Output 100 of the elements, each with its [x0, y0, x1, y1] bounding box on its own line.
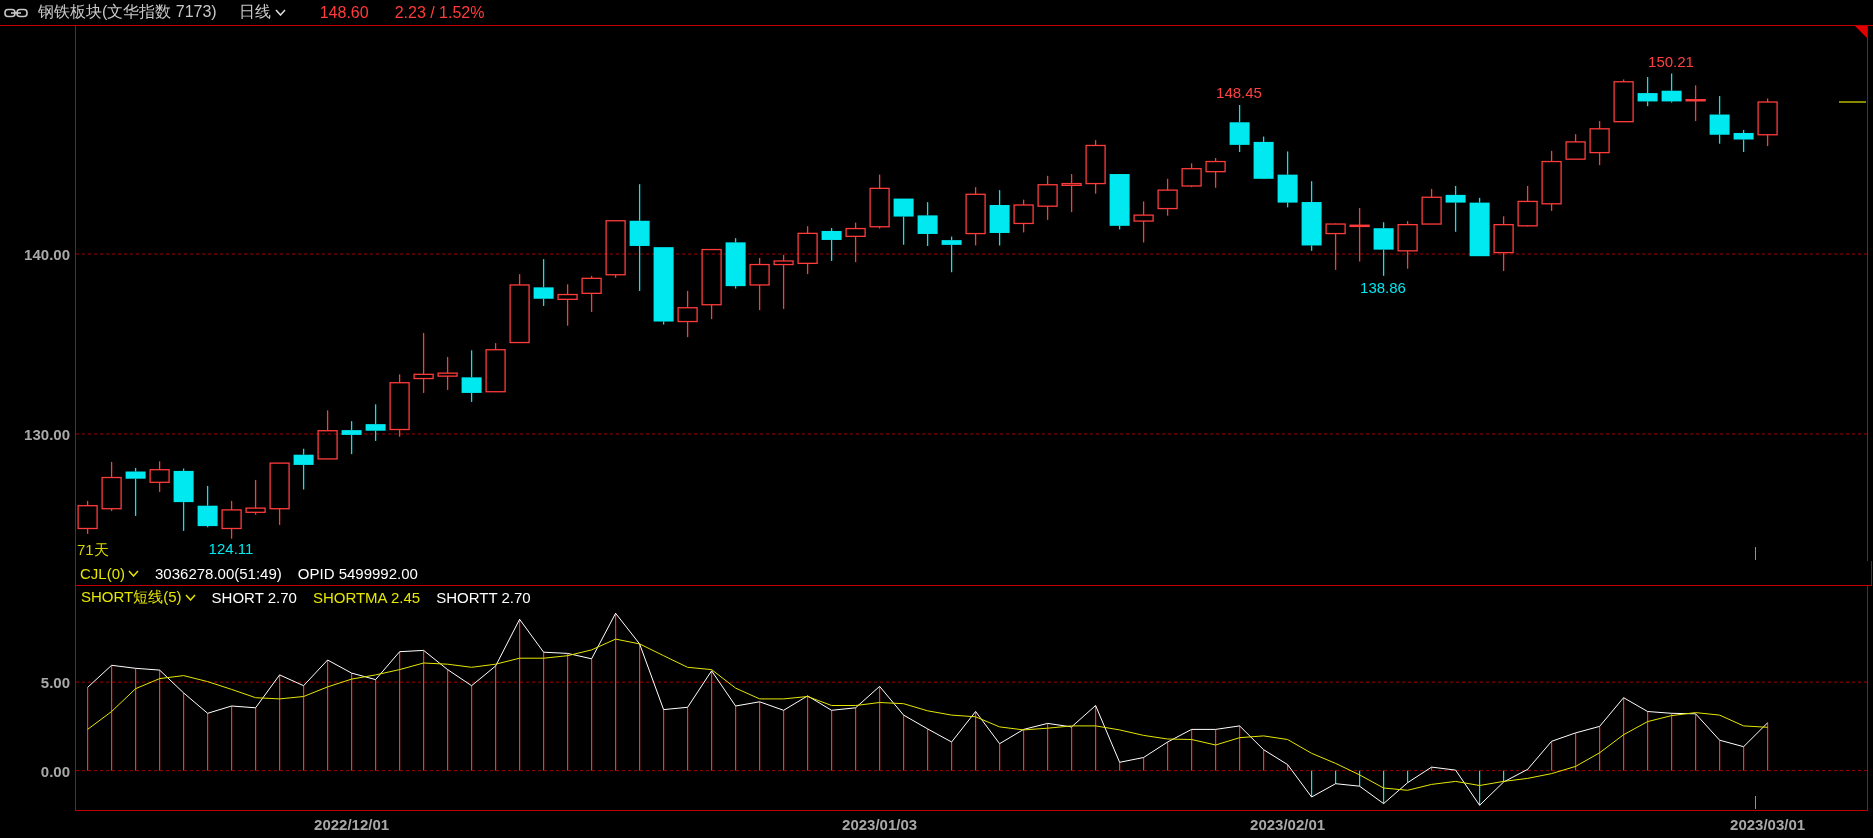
candlestick	[1037, 175, 1058, 221]
candlestick	[125, 467, 146, 517]
candlestick	[101, 461, 122, 512]
candlestick	[317, 409, 338, 460]
candlestick	[725, 237, 746, 290]
candlestick	[845, 221, 866, 263]
candlestick	[365, 403, 386, 442]
last-price-marker	[1838, 101, 1867, 103]
cursor-tick	[1755, 795, 1756, 810]
candlestick	[461, 349, 482, 403]
date-axis-label: 2023/03/01	[1730, 816, 1806, 833]
candlestick	[413, 332, 434, 394]
candlestick	[917, 201, 938, 247]
bar-count-label: 71天	[77, 541, 109, 558]
price-annotation: 124.11	[208, 540, 254, 557]
candlestick	[1709, 95, 1730, 145]
candlestick	[1157, 178, 1178, 217]
legend-value: SHORTT 2.70	[436, 589, 531, 606]
candlestick	[1085, 139, 1106, 195]
instrument-title: 钢铁板块(文华指数 7173)	[38, 2, 217, 22]
price-axis-label: 130.00	[24, 426, 70, 443]
caret-icon	[274, 9, 286, 16]
indicator-dropdown[interactable]: CJL(0)	[80, 564, 139, 582]
indicator-axis-label: 5.00	[40, 674, 70, 692]
candlestick	[1109, 173, 1130, 231]
opid-value: OPID 5499992.00	[297, 564, 418, 582]
candlestick	[1541, 150, 1562, 212]
candlestick	[941, 235, 962, 273]
candlestick	[1301, 180, 1322, 252]
candlestick	[1637, 76, 1658, 107]
candlestick	[797, 225, 818, 275]
candlestick	[1445, 185, 1466, 233]
candlestick	[341, 420, 362, 455]
candlestick	[1061, 173, 1082, 213]
candlestick	[1421, 188, 1442, 225]
candlestick	[1181, 162, 1202, 188]
candlestick	[1469, 197, 1490, 257]
candlestick	[965, 186, 986, 247]
candlestick	[1517, 185, 1538, 228]
candlestick	[581, 275, 602, 313]
candlestick	[1685, 84, 1706, 122]
candlestick	[1493, 215, 1514, 272]
candlestick	[821, 227, 842, 262]
candlestick	[1229, 104, 1250, 153]
cursor-tick	[1755, 546, 1756, 561]
price-annotation: 148.45	[1216, 84, 1262, 101]
candlestick	[1757, 97, 1778, 147]
candlestick	[245, 479, 266, 516]
candlestick	[1013, 199, 1034, 234]
candlestick	[1325, 222, 1346, 271]
candlestick	[533, 258, 554, 307]
candlestick	[1253, 135, 1274, 180]
legend-value: SHORT 2.70	[211, 589, 297, 606]
price-annotation: 138.86	[1360, 279, 1406, 296]
candlestick	[1733, 129, 1754, 153]
candlestick	[1277, 150, 1298, 209]
candlestick	[197, 485, 218, 528]
candlestick	[869, 173, 890, 230]
price-change: 2.23 / 1.52%	[394, 3, 485, 22]
candlestick	[893, 197, 914, 246]
caret-icon	[184, 594, 196, 601]
price-axis-label: 140.00	[24, 246, 70, 263]
link-icon	[4, 7, 28, 18]
candlestick	[437, 356, 458, 391]
candlestick	[173, 467, 194, 532]
candlestick	[1133, 200, 1154, 244]
date-axis-label: 2022/12/01	[314, 816, 390, 833]
candlestick	[701, 248, 722, 320]
date-axis-label: 2023/02/01	[1250, 816, 1326, 833]
caret-icon	[128, 569, 139, 577]
candlestick	[293, 448, 314, 491]
price-annotation: 150.21	[1648, 53, 1694, 70]
indicator-axis-label: 0.00	[40, 762, 70, 780]
candlestick	[485, 342, 506, 393]
candlestick	[509, 273, 530, 344]
candlestick	[77, 500, 98, 535]
candlestick	[1397, 220, 1418, 270]
candlestick	[1589, 120, 1610, 166]
candlestick	[677, 290, 698, 338]
candlestick	[149, 460, 170, 493]
candlestick	[1661, 72, 1682, 104]
candlestick	[1205, 157, 1226, 189]
legend-value: SHORTMA 2.45	[312, 589, 421, 606]
candlestick	[1373, 221, 1394, 277]
candlestick	[1565, 133, 1586, 160]
candlestick	[1349, 207, 1370, 263]
candlestick	[221, 500, 242, 540]
candlestick	[389, 373, 410, 438]
candlestick	[269, 462, 290, 526]
corner-marker-icon	[1855, 26, 1867, 38]
candlestick	[557, 283, 578, 327]
period-dropdown[interactable]: 日线	[238, 2, 286, 23]
candlestick	[773, 254, 794, 310]
indicator-dropdown[interactable]: SHORT短线(5)	[81, 588, 196, 607]
volume-value: 3036278.00(51:49)	[155, 564, 282, 582]
last-price: 148.60	[319, 3, 369, 22]
candlestick	[749, 257, 770, 311]
candlestick	[989, 189, 1010, 247]
date-axis-label: 2023/01/03	[842, 816, 918, 833]
candlestick	[605, 220, 626, 279]
